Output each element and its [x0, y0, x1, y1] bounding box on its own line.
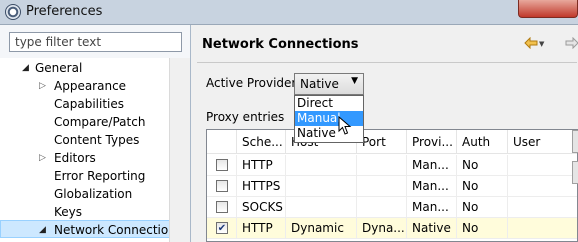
cell-provider: Man...	[406, 176, 456, 197]
table-row[interactable]: SOCKS Man... No	[207, 197, 577, 218]
preference-tree-pane: ◢ General ▷ Appearance Capabilities Comp…	[0, 25, 191, 242]
cell-auth: No	[456, 176, 507, 197]
cell-port: Dyna...	[356, 218, 406, 239]
tree-item-label: Keys	[54, 205, 83, 219]
cell-port	[356, 197, 406, 218]
tree-item-label: Globalization	[54, 187, 133, 201]
table-row[interactable]: HTTP Man... No	[207, 155, 577, 176]
cell-auth: No	[456, 155, 507, 176]
cell-port	[356, 155, 406, 176]
table-header: Sche... Host Port Provi... Auth User	[207, 130, 577, 154]
close-button[interactable]	[518, 0, 578, 18]
tree-item-label: Error Reporting	[54, 169, 146, 183]
row-checkbox[interactable]	[216, 180, 228, 192]
cell-user	[507, 176, 577, 197]
column-header-provider[interactable]: Provi...	[406, 130, 456, 154]
cell-user	[507, 197, 577, 218]
mouse-pointer-icon	[338, 116, 352, 135]
tree-item-label: Content Types	[54, 133, 140, 147]
proxy-entries-label: Proxy entries	[206, 110, 285, 124]
eclipse-icon	[5, 4, 21, 20]
forward-arrow-icon[interactable]	[565, 37, 578, 49]
cell-provider: Man...	[406, 155, 456, 176]
row-checkbox[interactable]	[216, 201, 228, 213]
active-provider-select[interactable]: Native ▼	[294, 73, 364, 95]
active-provider-label: Active Provider:	[206, 76, 301, 90]
tree-item-label: Editors	[54, 151, 96, 165]
tree-scrollbar[interactable]	[169, 58, 190, 242]
cell-scheme: HTTPS	[236, 176, 285, 197]
filter-input[interactable]	[9, 32, 182, 52]
page-title: Network Connections	[202, 37, 359, 52]
cell-provider: Man...	[406, 197, 456, 218]
column-header-auth[interactable]: Auth	[456, 130, 507, 154]
expanded-triangle-icon[interactable]: ◢	[39, 221, 46, 239]
cell-scheme: SOCKS	[236, 197, 285, 218]
cell-host	[285, 176, 356, 197]
tree-item-network-connections[interactable]: ◢ Network Connection	[0, 220, 176, 239]
table-row[interactable]: HTTPS Man... No	[207, 176, 577, 197]
cell-scheme: HTTP	[236, 155, 285, 176]
tree-item-label: Compare/Patch	[54, 115, 146, 129]
filter-bar	[0, 25, 190, 58]
cell-port	[356, 176, 406, 197]
add-entry-button[interactable]	[572, 130, 578, 153]
window-title: Preferences	[26, 4, 103, 19]
proxy-entries-table: Sche... Host Port Provi... Auth User HTT…	[206, 129, 578, 242]
cell-user	[507, 218, 577, 239]
cell-auth: No	[456, 197, 507, 218]
collapsed-triangle-icon[interactable]: ▷	[39, 149, 46, 167]
cell-host	[285, 197, 356, 218]
cell-provider: Native	[406, 218, 456, 239]
active-provider-value: Native	[300, 77, 339, 91]
tree-item-label: Appearance	[54, 79, 127, 93]
tree-item-label: Network Connection	[54, 223, 176, 237]
collapsed-triangle-icon[interactable]: ▷	[39, 77, 46, 95]
table-row[interactable]: ✔ HTTP Dynamic Dyna... Native No	[207, 218, 577, 239]
row-checkbox[interactable]	[216, 159, 228, 171]
tree-item-label: Capabilities	[54, 97, 124, 111]
tree-item-label: General	[35, 61, 83, 75]
chevron-down-icon[interactable]: ▼	[539, 40, 544, 48]
title-bar: Preferences	[0, 0, 578, 25]
cell-host	[285, 155, 356, 176]
back-arrow-icon[interactable]	[524, 37, 538, 49]
header-separator	[197, 62, 577, 63]
cell-host: Dynamic	[285, 218, 356, 239]
column-header-check[interactable]	[207, 130, 236, 154]
provider-option-manual[interactable]: Manual	[295, 111, 363, 126]
provider-dropdown-list: Direct Manual Native	[294, 95, 364, 143]
preference-page: Network Connections ▼ Active Provider: N…	[191, 25, 578, 242]
cell-scheme: HTTP	[236, 218, 285, 239]
column-header-user[interactable]: User	[507, 130, 577, 154]
cell-auth: No	[456, 218, 507, 239]
provider-option-native[interactable]: Native	[295, 126, 363, 141]
column-header-scheme[interactable]: Sche...	[236, 130, 285, 154]
chevron-down-icon: ▼	[351, 76, 358, 86]
expanded-triangle-icon[interactable]: ◢	[22, 59, 29, 77]
provider-option-direct[interactable]: Direct	[295, 96, 363, 111]
edit-entry-button[interactable]	[572, 161, 578, 184]
row-checkbox-checked[interactable]: ✔	[216, 222, 228, 234]
cell-user	[507, 155, 577, 176]
